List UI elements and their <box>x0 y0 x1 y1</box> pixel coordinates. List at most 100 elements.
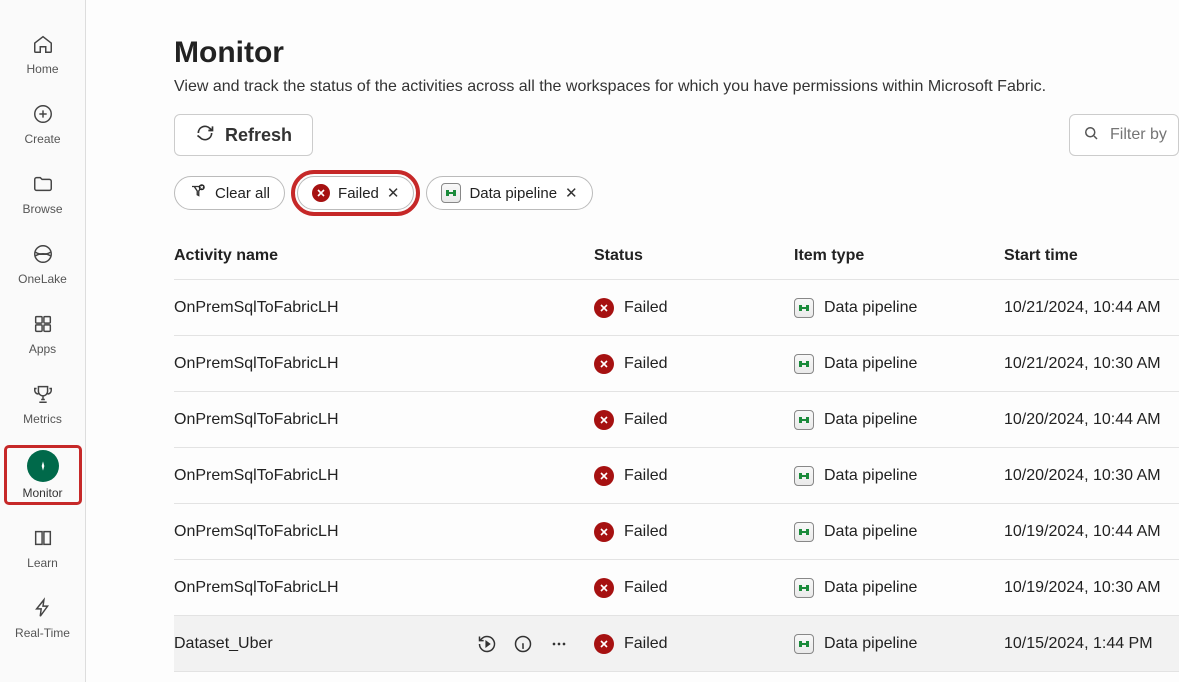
col-status[interactable]: Status <box>594 247 794 265</box>
failed-status-icon <box>594 298 614 318</box>
info-icon[interactable] <box>512 633 534 655</box>
item-type-text: Data pipeline <box>824 523 917 541</box>
nav-learn[interactable]: Learn <box>7 522 79 572</box>
failed-status-icon <box>594 522 614 542</box>
onelake-icon <box>29 240 57 268</box>
activity-name: OnPremSqlToFabricLH <box>174 467 339 485</box>
col-item-type[interactable]: Item type <box>794 247 1004 265</box>
filter-chip-failed[interactable]: Failed ✕ <box>297 176 414 210</box>
nav-label: Real-Time <box>15 626 70 640</box>
nav-label: Monitor <box>22 486 62 500</box>
filter-text-field[interactable] <box>1108 125 1179 145</box>
pipeline-icon <box>441 183 461 203</box>
nav-apps[interactable]: Apps <box>7 308 79 358</box>
item-type-text: Data pipeline <box>824 355 917 373</box>
col-activity-name[interactable]: Activity name <box>174 247 594 265</box>
nav-onelake[interactable]: OneLake <box>7 238 79 288</box>
start-time-text: 10/20/2024, 10:30 AM <box>1004 467 1161 485</box>
status-text: Failed <box>624 355 668 373</box>
item-type-text: Data pipeline <box>824 467 917 485</box>
item-type-text: Data pipeline <box>824 579 917 597</box>
table-row[interactable]: Dataset_Uber Failed Data pipeline 10/15/202… <box>174 616 1179 672</box>
start-time-text: 10/20/2024, 10:44 AM <box>1004 411 1161 429</box>
nav-label: Browse <box>22 202 62 216</box>
failed-status-icon <box>594 410 614 430</box>
nav-create[interactable]: Create <box>7 98 79 148</box>
trophy-icon <box>29 380 57 408</box>
nav-metrics[interactable]: Metrics <box>7 378 79 428</box>
status-text: Failed <box>624 523 668 541</box>
failed-status-icon <box>594 466 614 486</box>
apps-icon <box>29 310 57 338</box>
refresh-label: Refresh <box>225 125 292 146</box>
status-text: Failed <box>624 411 668 429</box>
nav-browse[interactable]: Browse <box>7 168 79 218</box>
item-type-text: Data pipeline <box>824 635 917 653</box>
nav-home[interactable]: Home <box>7 28 79 78</box>
nav-label: Apps <box>29 342 56 356</box>
activity-name: OnPremSqlToFabricLH <box>174 579 339 597</box>
clear-filter-icon <box>189 182 207 204</box>
chip-label: Data pipeline <box>469 185 557 202</box>
pipeline-icon <box>794 466 814 486</box>
failed-icon <box>312 184 330 202</box>
nav-label: Metrics <box>23 412 62 426</box>
book-icon <box>29 524 57 552</box>
search-icon <box>1082 124 1100 147</box>
compass-icon <box>27 450 59 482</box>
start-time-text: 10/15/2024, 1:44 PM <box>1004 635 1153 653</box>
start-time-text: 10/19/2024, 10:30 AM <box>1004 579 1161 597</box>
table-row[interactable]: OnPremSqlToFabricLH Failed Data pipeline 10… <box>174 280 1179 336</box>
table-row[interactable]: OnPremSqlToFabricLH Failed Data pipeline 10… <box>174 336 1179 392</box>
status-text: Failed <box>624 299 668 317</box>
filter-input[interactable] <box>1069 114 1179 156</box>
remove-chip-icon[interactable]: ✕ <box>565 184 578 202</box>
table-row[interactable]: OnPremSqlToFabricLHFailedData pipeline10… <box>174 392 1179 448</box>
activity-name: OnPremSqlToFabricLH <box>174 299 339 317</box>
remove-chip-icon[interactable]: ✕ <box>387 184 400 202</box>
start-time-text: 10/19/2024, 10:44 AM <box>1004 523 1161 541</box>
table-header: Activity name Status Item type Start tim… <box>174 232 1179 280</box>
table-row[interactable]: OnPremSqlToFabricLHFailedData pipeline10… <box>174 448 1179 504</box>
chip-label: Failed <box>338 185 379 202</box>
refresh-button[interactable]: Refresh <box>174 114 313 156</box>
nav-label: Create <box>24 132 60 146</box>
pipeline-icon <box>794 522 814 542</box>
rerun-icon[interactable] <box>476 633 498 655</box>
status-text: Failed <box>624 635 668 653</box>
failed-status-icon <box>594 354 614 374</box>
table-row[interactable]: OnPremSqlToFabricLH Failed Data pipeline 10… <box>174 560 1179 616</box>
folder-icon <box>29 170 57 198</box>
failed-status-icon <box>594 578 614 598</box>
activity-table: Activity name Status Item type Start tim… <box>174 232 1179 672</box>
activity-name: OnPremSqlToFabricLH <box>174 355 339 373</box>
clear-all-chip[interactable]: Clear all <box>174 176 285 210</box>
status-text: Failed <box>624 579 668 597</box>
nav-realtime[interactable]: Real-Time <box>7 592 79 642</box>
main-content: Monitor View and track the status of the… <box>86 0 1179 682</box>
item-type-text: Data pipeline <box>824 299 917 317</box>
pipeline-icon <box>794 578 814 598</box>
nav-monitor[interactable]: Monitor <box>7 448 79 502</box>
nav-label: OneLake <box>18 272 67 286</box>
failed-status-icon <box>594 634 614 654</box>
bolt-icon <box>29 594 57 622</box>
activity-name: OnPremSqlToFabricLH <box>174 523 339 541</box>
filter-chips: Clear all Failed ✕ Data pipeline ✕ <box>174 176 1179 210</box>
start-time-text: 10/21/2024, 10:30 AM <box>1004 355 1161 373</box>
item-type-text: Data pipeline <box>824 411 917 429</box>
more-icon[interactable] <box>548 633 570 655</box>
page-title: Monitor <box>174 36 1179 70</box>
pipeline-icon <box>794 634 814 654</box>
filter-chip-data-pipeline[interactable]: Data pipeline ✕ <box>426 176 592 210</box>
activity-name: Dataset_Uber <box>174 635 273 653</box>
table-row[interactable]: OnPremSqlToFabricLH Failed Data pipeline 10… <box>174 504 1179 560</box>
nav-label: Home <box>26 62 58 76</box>
sidebar: Home Create Browse OneLake Apps <box>0 0 86 682</box>
pipeline-icon <box>794 298 814 318</box>
plus-circle-icon <box>29 100 57 128</box>
start-time-text: 10/21/2024, 10:44 AM <box>1004 299 1161 317</box>
clear-all-label: Clear all <box>215 185 270 202</box>
col-start-time[interactable]: Start time <box>1004 247 1179 265</box>
refresh-icon <box>195 123 215 148</box>
